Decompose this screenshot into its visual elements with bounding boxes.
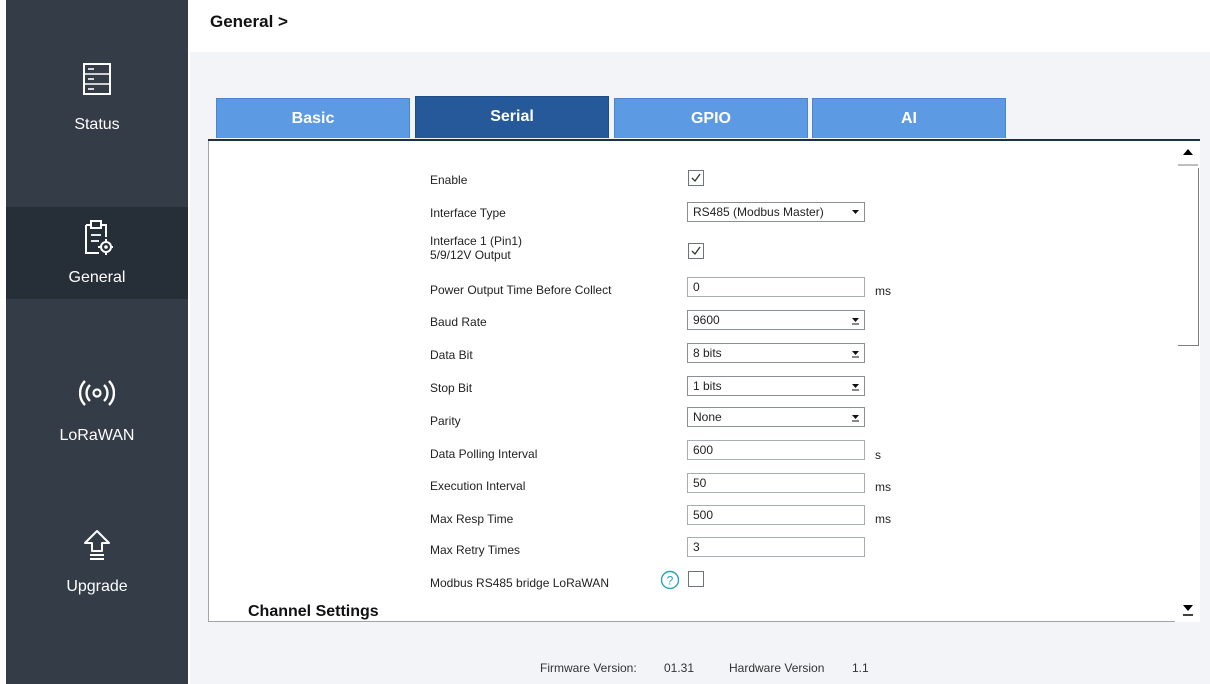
chevron-down-icon — [852, 351, 859, 358]
enable-label: Enable — [430, 173, 468, 187]
checkmark-icon — [691, 173, 701, 183]
enable-checkbox[interactable] — [688, 170, 704, 186]
data-polling-interval-unit: s — [875, 448, 881, 462]
lorawan-icon — [79, 380, 115, 406]
checkmark-icon — [691, 246, 701, 256]
chevron-down-icon — [852, 384, 859, 391]
baud-rate-label: Baud Rate — [430, 315, 487, 329]
baud-rate-select[interactable]: 9600 — [687, 310, 865, 330]
scroll-down-icon[interactable] — [1178, 596, 1198, 620]
execution-interval-label: Execution Interval — [430, 479, 526, 493]
sidebar-item-label: Upgrade — [66, 578, 128, 595]
interface-type-select[interactable]: RS485 (Modbus Master) — [687, 202, 865, 222]
max-resp-time-input[interactable]: 500 — [687, 505, 865, 525]
scroll-thumb[interactable] — [1178, 168, 1199, 346]
chevron-down-icon — [852, 210, 859, 214]
data-bit-label: Data Bit — [430, 348, 473, 362]
sidebar-item-status[interactable]: Status — [6, 52, 188, 144]
sidebar-item-label: LoRaWAN — [59, 427, 135, 444]
data-bit-value: 8 bits — [693, 346, 722, 360]
stop-bit-value: 1 bits — [693, 379, 722, 393]
power-output-time-input[interactable]: 0 — [687, 277, 865, 297]
parity-label: Parity — [430, 414, 461, 428]
modbus-bridge-checkbox[interactable] — [688, 571, 704, 587]
sidebar-item-label: General — [68, 269, 126, 286]
stop-bit-label: Stop Bit — [430, 381, 473, 395]
max-retry-times-label: Max Retry Times — [430, 543, 521, 557]
max-retry-times-input[interactable]: 3 — [687, 537, 865, 557]
max-resp-time-label: Max Resp Time — [430, 512, 514, 526]
tab-ai[interactable]: AI — [812, 98, 1006, 138]
scrollbar[interactable] — [1175, 141, 1200, 622]
parity-select[interactable]: None — [687, 407, 865, 427]
svg-text:?: ? — [667, 574, 674, 588]
chevron-down-icon — [852, 415, 859, 422]
interface-output-label-line2: 5/9/12V Output — [430, 248, 511, 262]
firmware-version-value: 01.31 — [664, 661, 695, 675]
help-icon[interactable]: ? — [660, 570, 680, 590]
hardware-version-label: Hardware Version — [729, 661, 825, 675]
sidebar-item-label: Status — [74, 116, 120, 133]
parity-value: None — [693, 410, 722, 424]
interface-type-label: Interface Type — [430, 206, 506, 220]
power-output-time-label: Power Output Time Before Collect — [430, 283, 612, 297]
tab-gpio[interactable]: GPIO — [614, 98, 808, 138]
status-icon — [83, 63, 111, 95]
execution-interval-input[interactable]: 50 — [687, 473, 865, 493]
footer — [190, 653, 1210, 684]
sidebar: Status General LoRaWAN Upgrade — [6, 0, 188, 684]
execution-interval-unit: ms — [875, 480, 891, 494]
upgrade-icon — [84, 530, 110, 560]
sidebar-item-lorawan[interactable]: LoRaWAN — [6, 370, 188, 462]
chevron-down-icon — [852, 318, 859, 325]
tab-basic[interactable]: Basic — [216, 98, 410, 138]
sidebar-item-general[interactable]: General — [6, 207, 188, 299]
baud-rate-value: 9600 — [693, 313, 720, 327]
interface-output-label-line1: Interface 1 (Pin1) — [430, 234, 523, 248]
max-resp-time-unit: ms — [875, 512, 891, 526]
data-polling-interval-label: Data Polling Interval — [430, 447, 538, 461]
stop-bit-select[interactable]: 1 bits — [687, 376, 865, 396]
interface-type-value: RS485 (Modbus Master) — [693, 205, 824, 219]
data-polling-interval-input[interactable]: 600 — [687, 440, 865, 460]
breadcrumb: General > — [210, 12, 288, 31]
power-output-time-unit: ms — [875, 284, 891, 298]
general-icon — [85, 220, 113, 255]
hardware-version-value: 1.1 — [852, 661, 869, 675]
firmware-version-label: Firmware Version: — [540, 661, 637, 675]
tab-bar: Basic Serial GPIO AI — [216, 96, 1006, 140]
interface-output-checkbox[interactable] — [688, 243, 704, 259]
sidebar-item-upgrade[interactable]: Upgrade — [6, 522, 188, 614]
tab-serial[interactable]: Serial — [415, 96, 609, 138]
scroll-up-icon[interactable] — [1178, 142, 1198, 166]
data-bit-select[interactable]: 8 bits — [687, 343, 865, 363]
channel-settings-heading: Channel Settings — [248, 603, 379, 620]
modbus-bridge-label: Modbus RS485 bridge LoRaWAN — [430, 576, 609, 590]
